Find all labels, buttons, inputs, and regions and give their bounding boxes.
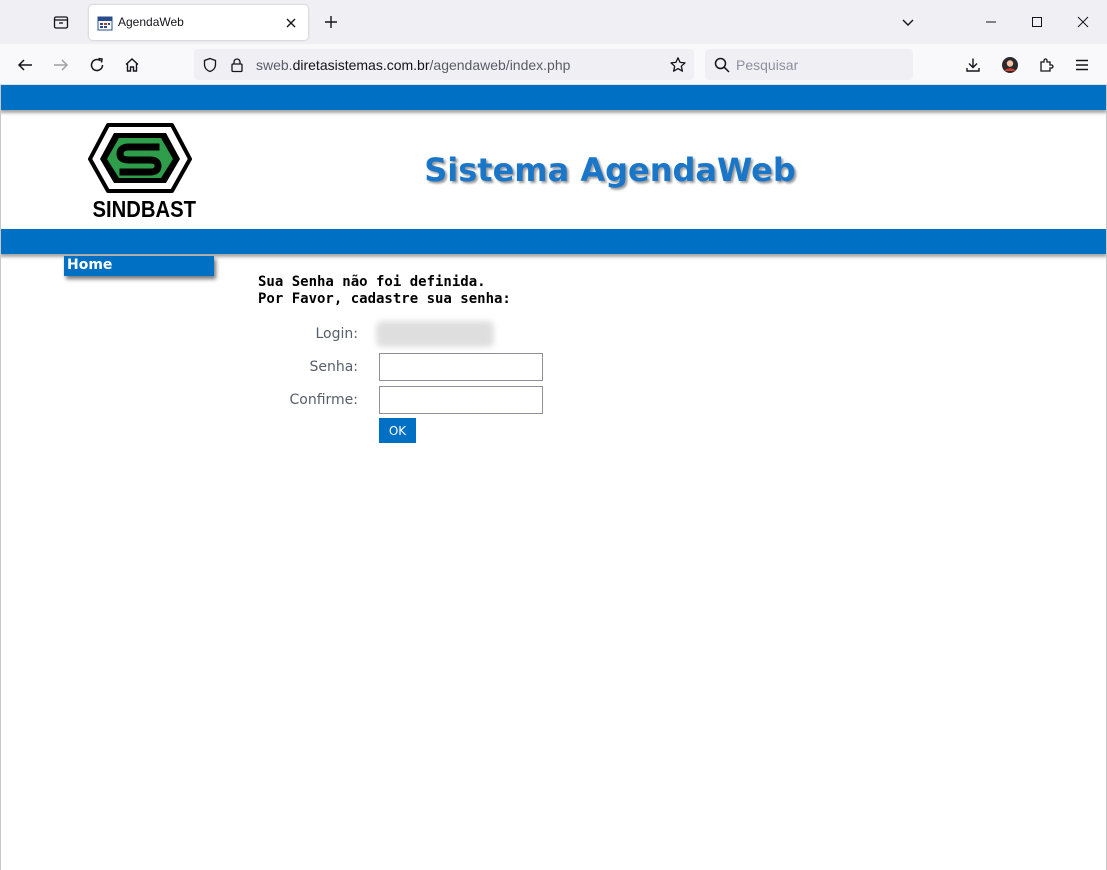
ok-button[interactable]: OK [379,418,416,443]
search-input[interactable]: Pesquisar [705,49,913,80]
password-undefined-message: Sua Senha não foi definida. [258,274,486,290]
reload-icon[interactable] [82,50,112,80]
tab-title: AgendaWeb [118,15,184,29]
window-border-left [0,85,1,870]
close-tab-icon[interactable] [280,12,302,34]
sindbast-logo: SINDBAST [86,123,196,227]
senha-label: Senha: [309,359,358,375]
chevron-down-icon[interactable] [895,9,921,35]
register-password-message: Por Favor, cadastre sua senha: [258,291,511,307]
home-icon[interactable] [117,50,147,80]
tab-bar: AgendaWeb [0,0,1107,44]
navigation-toolbar: sweb.diretasistemas.com.br/agendaweb/ind… [0,44,1107,85]
extensions-icon[interactable] [1031,50,1061,80]
shield-icon[interactable] [200,55,220,75]
back-arrow-icon[interactable] [10,50,40,80]
login-label: Login: [315,326,359,342]
address-bar[interactable]: sweb.diretasistemas.com.br/agendaweb/ind… [194,49,694,80]
account-avatar-icon[interactable] [995,50,1025,80]
menu-item-home[interactable]: Home [64,256,214,276]
tab-list-icon[interactable] [46,8,76,36]
bookmark-star-icon[interactable] [666,53,690,77]
senha-field[interactable] [379,353,543,381]
confirme-label: Confirme: [289,392,358,408]
confirme-field[interactable] [379,386,543,414]
forward-arrow-icon[interactable] [46,50,76,80]
hamburger-menu-icon[interactable] [1067,50,1097,80]
site-favicon-icon [97,16,113,31]
logo-emblem-icon [88,123,192,193]
minimize-icon[interactable] [968,0,1014,44]
logo-text: SINDBAST [92,196,196,222]
web-page: SINDBAST Sistema AgendaWeb Home Sua Senh… [0,85,1107,870]
top-blue-bar [0,85,1107,110]
search-icon [714,57,730,73]
search-placeholder: Pesquisar [736,57,799,73]
tab-agendaweb[interactable]: AgendaWeb [89,5,308,40]
maximize-icon[interactable] [1014,0,1060,44]
url-text[interactable]: sweb.diretasistemas.com.br/agendaweb/ind… [256,57,570,73]
lock-icon[interactable] [227,55,247,75]
app-title: Sistema AgendaWeb [424,151,796,189]
login-value-blurred [376,321,494,347]
download-icon[interactable] [958,50,988,80]
close-window-icon[interactable] [1060,0,1106,44]
new-tab-icon[interactable] [318,9,344,35]
mid-blue-bar [0,229,1107,254]
